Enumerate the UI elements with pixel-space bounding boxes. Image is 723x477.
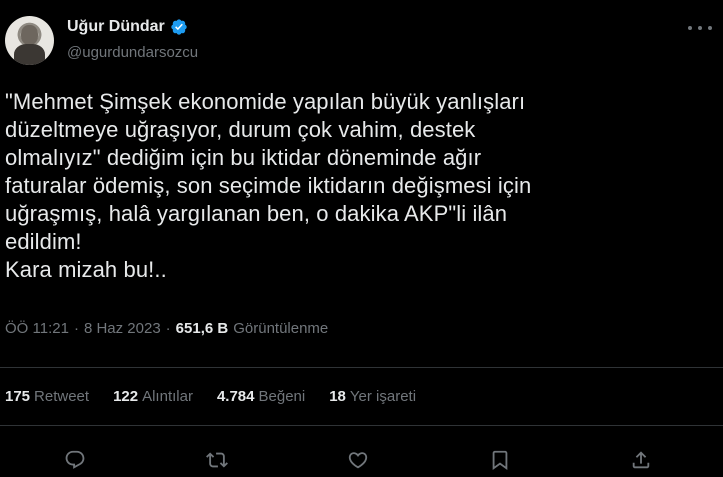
divider: [0, 367, 723, 368]
tweet-meta: ÖÖ 11:21 · 8 Haz 2023 · 651,6 B Görüntül…: [5, 320, 328, 337]
divider: [0, 425, 723, 426]
meta-separator: ·: [73, 320, 79, 337]
views-label: Görüntülenme: [233, 320, 329, 337]
avatar-body-shape: [14, 44, 45, 65]
avatar[interactable]: [5, 16, 54, 65]
stat-bookmarks[interactable]: 18 Yer işareti: [329, 388, 416, 405]
views-count: 651,6 B: [175, 320, 229, 337]
retweet-icon[interactable]: [204, 447, 230, 473]
author-name-row: Uğur Dündar: [67, 16, 188, 38]
tweet-text: "Mehmet Şimşek ekonomide yapılan büyük y…: [5, 89, 532, 282]
tweet-time[interactable]: ÖÖ 11:21: [5, 320, 69, 337]
share-icon[interactable]: [628, 447, 654, 473]
tweet-date[interactable]: 8 Haz 2023: [84, 320, 161, 337]
tweet-actions: [0, 447, 723, 473]
reply-icon[interactable]: [62, 447, 88, 473]
avatar-head-shape: [21, 25, 38, 45]
bookmark-icon[interactable]: [487, 447, 513, 473]
tweet-stats: 175 Retweet 122 Alıntılar 4.784 Beğeni 1…: [5, 388, 440, 405]
more-options-icon[interactable]: [688, 18, 712, 38]
stat-likes[interactable]: 4.784 Beğeni: [217, 388, 305, 405]
meta-separator: ·: [165, 320, 171, 337]
stat-retweets[interactable]: 175 Retweet: [5, 388, 89, 405]
stat-quotes[interactable]: 122 Alıntılar: [113, 388, 193, 405]
like-icon[interactable]: [345, 447, 371, 473]
author-display-name[interactable]: Uğur Dündar: [67, 18, 165, 36]
verified-badge-icon: [171, 19, 187, 35]
author-handle[interactable]: @ugurdundarsozcu: [67, 44, 198, 61]
tweet-card: Uğur Dündar @ugurdundarsozcu "Mehmet Şim…: [0, 0, 723, 477]
